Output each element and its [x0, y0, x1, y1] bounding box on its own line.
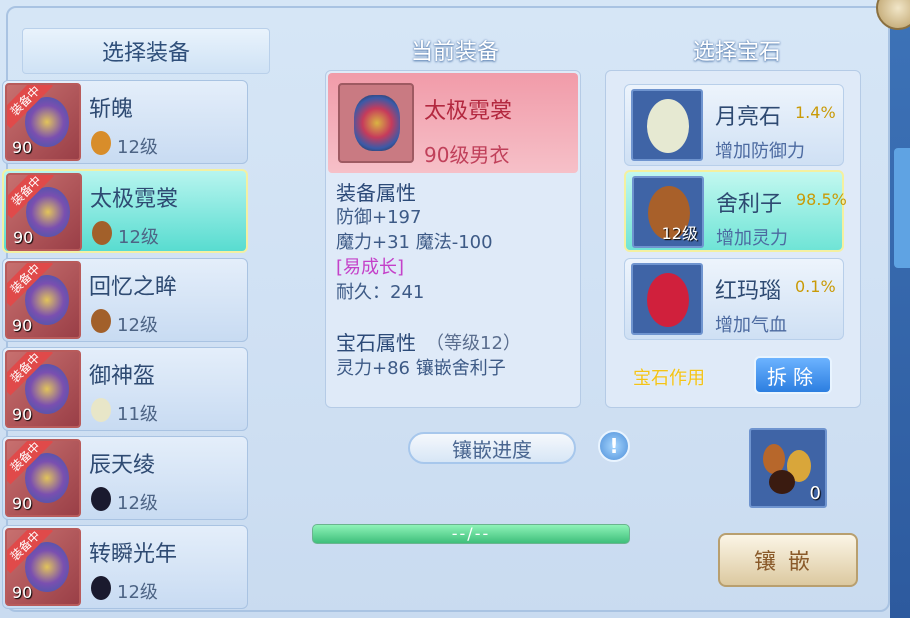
gem-effect: 增加防御力 — [715, 141, 805, 162]
inlay-button[interactable]: 镶嵌 — [718, 533, 858, 587]
equipment-name: 辰天绫 — [89, 453, 156, 478]
gem-level: 12级 — [117, 582, 158, 603]
gem-option[interactable]: 12级 舍利子 98.5% 增加灵力 — [624, 170, 847, 252]
equipment-item[interactable]: 装备中 90 回忆之眸 12级 — [2, 258, 248, 342]
current-equipment-title: 当前装备 — [410, 40, 499, 65]
equipment-level: 90 — [13, 228, 34, 247]
equipment-level: 90 — [12, 583, 33, 602]
equipment-icon: 装备中 90 — [5, 439, 81, 517]
inlay-progress-label: 镶嵌进度 — [408, 432, 576, 464]
equipment-name: 转瞬光年 — [89, 542, 178, 567]
gem-option[interactable]: 红玛瑙 0.1% 增加气血 — [624, 258, 844, 340]
equipment-item[interactable]: 装备中 90 辰天绫 12级 — [2, 436, 248, 520]
gem-effect: 增加气血 — [715, 315, 787, 336]
equipment-name: 御神盔 — [89, 364, 156, 389]
gem-percent: 0.1% — [795, 277, 836, 296]
equipment-level: 90 — [12, 316, 33, 335]
gem-effect: 增加灵力 — [716, 228, 788, 249]
equipment-level: 90 — [12, 494, 33, 513]
growth-tag: [易成长] — [336, 257, 405, 278]
equipment-list-title: 选择装备 — [22, 28, 270, 74]
gem-level: 12级 — [117, 315, 158, 336]
gem-icon — [631, 263, 703, 335]
attribute-magic: 魔力+31 魔法-100 — [336, 232, 493, 253]
gem-icon — [91, 576, 111, 600]
gem-level: 12级 — [117, 493, 158, 514]
gem-name: 舍利子 — [716, 192, 783, 217]
gem-percent: 1.4% — [795, 103, 836, 122]
gem-attr-level: （等级12） — [426, 333, 521, 354]
gem-level: 11级 — [117, 404, 158, 425]
equipment-icon: 装备中 90 — [5, 528, 81, 606]
current-equipment-type: 90级男衣 — [424, 143, 510, 167]
equipment-icon: 装备中 90 — [5, 350, 81, 428]
gem-select-title: 选择宝石 — [692, 40, 781, 65]
equipment-item[interactable]: 装备中 90 转瞬光年 12级 — [2, 525, 248, 609]
info-icon[interactable]: ! — [598, 430, 630, 462]
gem-icon — [631, 89, 703, 161]
current-equipment-card: 太极霓裳 90级男衣 装备属性 防御+197 魔力+31 魔法-100 [易成长… — [325, 70, 581, 408]
equipment-icon: 装备中 90 — [5, 83, 81, 161]
robe-icon — [338, 83, 414, 163]
attributes-heading: 装备属性 — [336, 181, 416, 205]
side-tab[interactable] — [894, 148, 910, 268]
gem-name: 月亮石 — [715, 105, 782, 130]
gem-icon — [91, 487, 111, 511]
gem-icon — [91, 131, 111, 155]
gem-icon — [91, 309, 111, 333]
durability: 耐久：241 — [336, 282, 425, 303]
equipment-icon: 装备中 90 — [6, 173, 82, 251]
gem-percent: 98.5% — [796, 190, 847, 209]
gem-icon: 12级 — [632, 176, 704, 248]
current-equipment-name: 太极霓裳 — [424, 99, 513, 124]
gem-attr-value: 灵力+86 镶嵌舍利子 — [336, 358, 506, 379]
equipment-level: 90 — [12, 138, 33, 157]
equipment-name: 斩魄 — [89, 97, 134, 122]
gem-use-label[interactable]: 宝石作用 — [633, 364, 705, 390]
inlay-progress-text: --/-- — [451, 524, 491, 543]
equipment-item[interactable]: 装备中 90 太极霓裳 12级 — [2, 169, 248, 253]
equipment-item[interactable]: 装备中 90 斩魄 12级 — [2, 80, 248, 164]
slot-count: 0 — [809, 483, 821, 504]
equipment-icon: 装备中 90 — [5, 261, 81, 339]
gem-icon — [91, 398, 111, 422]
gem-option[interactable]: 月亮石 1.4% 增加防御力 — [624, 84, 844, 166]
equipment-name: 太极霓裳 — [90, 187, 179, 212]
gem-count: 12级 — [661, 224, 698, 243]
gem-icon — [769, 470, 795, 494]
gem-icon — [92, 221, 112, 245]
gem-level: 12级 — [118, 227, 159, 248]
attribute-defense: 防御+197 — [336, 207, 422, 228]
remove-button[interactable]: 拆除 — [754, 356, 832, 394]
gem-name: 红玛瑙 — [715, 279, 782, 304]
gem-slot[interactable]: 0 — [749, 428, 827, 508]
equipment-item[interactable]: 装备中 90 御神盔 11级 — [2, 347, 248, 431]
gem-attr-heading: 宝石属性 — [336, 331, 416, 355]
side-tab-strip — [890, 0, 910, 618]
gem-level: 12级 — [117, 137, 158, 158]
equipment-name: 回忆之眸 — [89, 275, 178, 300]
current-equipment-header: 太极霓裳 90级男衣 — [328, 73, 578, 173]
equipment-level: 90 — [12, 405, 33, 424]
